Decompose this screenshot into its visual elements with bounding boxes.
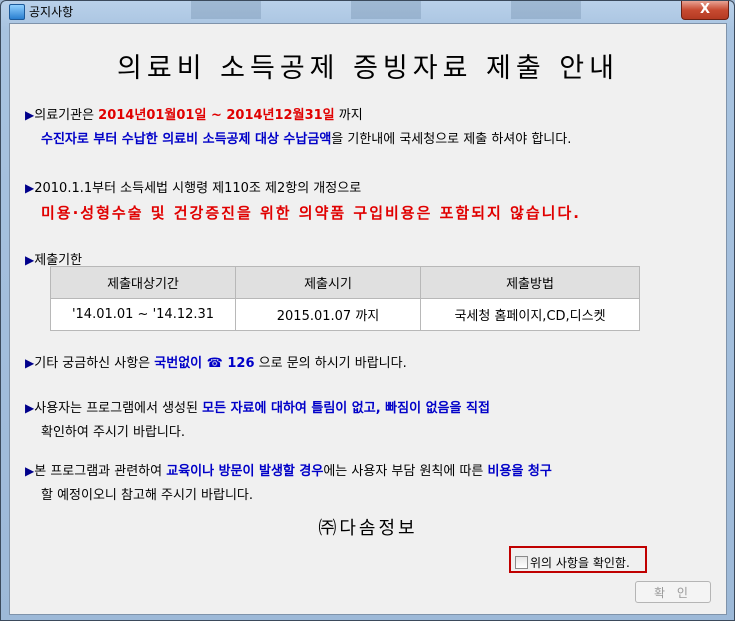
notice3-suffix: 으로 문의 하시기 바랍니다. — [254, 356, 407, 371]
ok-button[interactable]: 확 인 — [635, 581, 711, 603]
table-header: 제출시기 — [235, 266, 421, 299]
notice2-line1: 2010.1.1부터 소득세법 시행령 제110조 제2항의 개정으로 — [34, 181, 362, 196]
table-cell: '14.01.01 ~ '14.12.31 — [50, 298, 236, 331]
notice4-prefix: 사용자는 프로그램에서 생성된 — [34, 401, 203, 416]
table-header: 제출방법 — [420, 266, 640, 299]
phone-label: 국번없이 ☎ 126 — [154, 356, 255, 371]
notice5-emphasis2: 비용을 청구 — [487, 464, 552, 479]
notice1-prefix: 의료기관은 — [34, 108, 99, 123]
company-name: ㈜다솜정보 — [318, 518, 418, 539]
notice1-rest-text: 을 기한내에 국세청으로 제출 하셔야 합니다. — [331, 132, 572, 147]
title-bar[interactable]: 공지사항 X — [1, 1, 734, 23]
confirm-checkbox[interactable] — [515, 556, 528, 569]
notice-medical-submit: 수진자로 부터 수납한 의료비 소득공제 대상 수납금액을 기한내에 국세청으로… — [41, 128, 571, 147]
notice5-middle: 에는 사용자 부담 원칙에 따른 — [323, 464, 488, 479]
start-date: 2014년01월01일 — [98, 108, 207, 123]
app-icon — [9, 4, 25, 20]
notice-cost: ▶본 프로그램과 관련하여 교육이나 방문이 발생할 경우에는 사용자 부담 원… — [25, 460, 552, 479]
notice5-line2: 할 예정이오니 참고해 주시기 바랍니다. — [41, 488, 254, 503]
arrow-icon: ▶ — [25, 464, 35, 478]
table-cell: 2015.01.07 까지 — [235, 298, 421, 331]
notice5-prefix: 본 프로그램과 관련하여 — [34, 464, 167, 479]
arrow-icon: ▶ — [25, 401, 35, 415]
notice5-emphasis1: 교육이나 방문이 발생할 경우 — [166, 464, 324, 479]
close-button[interactable]: X — [681, 1, 729, 20]
table-header-row: 제출대상기간 제출시기 제출방법 — [50, 266, 640, 299]
end-date: 2014년12월31일 — [226, 108, 335, 123]
arrow-icon: ▶ — [25, 108, 35, 122]
notice-user-verify: ▶사용자는 프로그램에서 생성된 모든 자료에 대하여 틀림이 없고, 빠짐이 … — [25, 397, 490, 416]
notice-law-change: ▶2010.1.1부터 소득세법 시행령 제110조 제2항의 개정으로 — [25, 177, 361, 196]
notice4-line2: 확인하여 주시기 바랍니다. — [41, 425, 185, 440]
table-cell: 국세청 홈페이지,CD,디스켓 — [420, 298, 640, 331]
date-tilde: ~ — [206, 108, 227, 123]
notice-medical-period: ▶의료기관은 2014년01월01일 ~ 2014년12월31일 까지 — [25, 104, 363, 123]
arrow-icon: ▶ — [25, 253, 35, 267]
notice2-warning: 미용·성형수술 및 건강증진을 위한 의약품 구입비용은 포함되지 않습니다. — [41, 204, 581, 222]
notice-inquiry: ▶기타 궁금하신 사항은 국번없이 ☎ 126 으로 문의 하시기 바랍니다. — [25, 352, 407, 371]
notice4-emphasis: 모든 자료에 대하여 틀림이 없고, 빠짐이 없음을 직접 — [202, 401, 490, 416]
table-row: '14.01.01 ~ '14.12.31 2015.01.07 까지 국세청 … — [50, 298, 640, 331]
notice1-blue-text: 수진자로 부터 수납한 의료비 소득공제 대상 수납금액 — [41, 132, 332, 147]
arrow-icon: ▶ — [25, 181, 35, 195]
notice-content: 의료비 소득공제 증빙자료 제출 안내 ▶의료기관은 2014년01월01일 ~… — [9, 23, 727, 615]
confirm-label[interactable]: 위의 사항을 확인함. — [530, 554, 630, 571]
notice1-suffix: 까지 — [334, 108, 363, 123]
arrow-icon: ▶ — [25, 356, 35, 370]
notice-window: 공지사항 X 의료비 소득공제 증빙자료 제출 안내 ▶의료기관은 2014년0… — [0, 0, 735, 621]
deadline-table: 제출대상기간 제출시기 제출방법 '14.01.01 ~ '14.12.31 2… — [50, 266, 640, 331]
page-title: 의료비 소득공제 증빙자료 제출 안내 — [117, 53, 619, 84]
window-title: 공지사항 — [29, 5, 74, 19]
table-header: 제출대상기간 — [50, 266, 236, 299]
background-blur — [151, 1, 671, 19]
notice3-prefix: 기타 궁금하신 사항은 — [34, 356, 155, 371]
